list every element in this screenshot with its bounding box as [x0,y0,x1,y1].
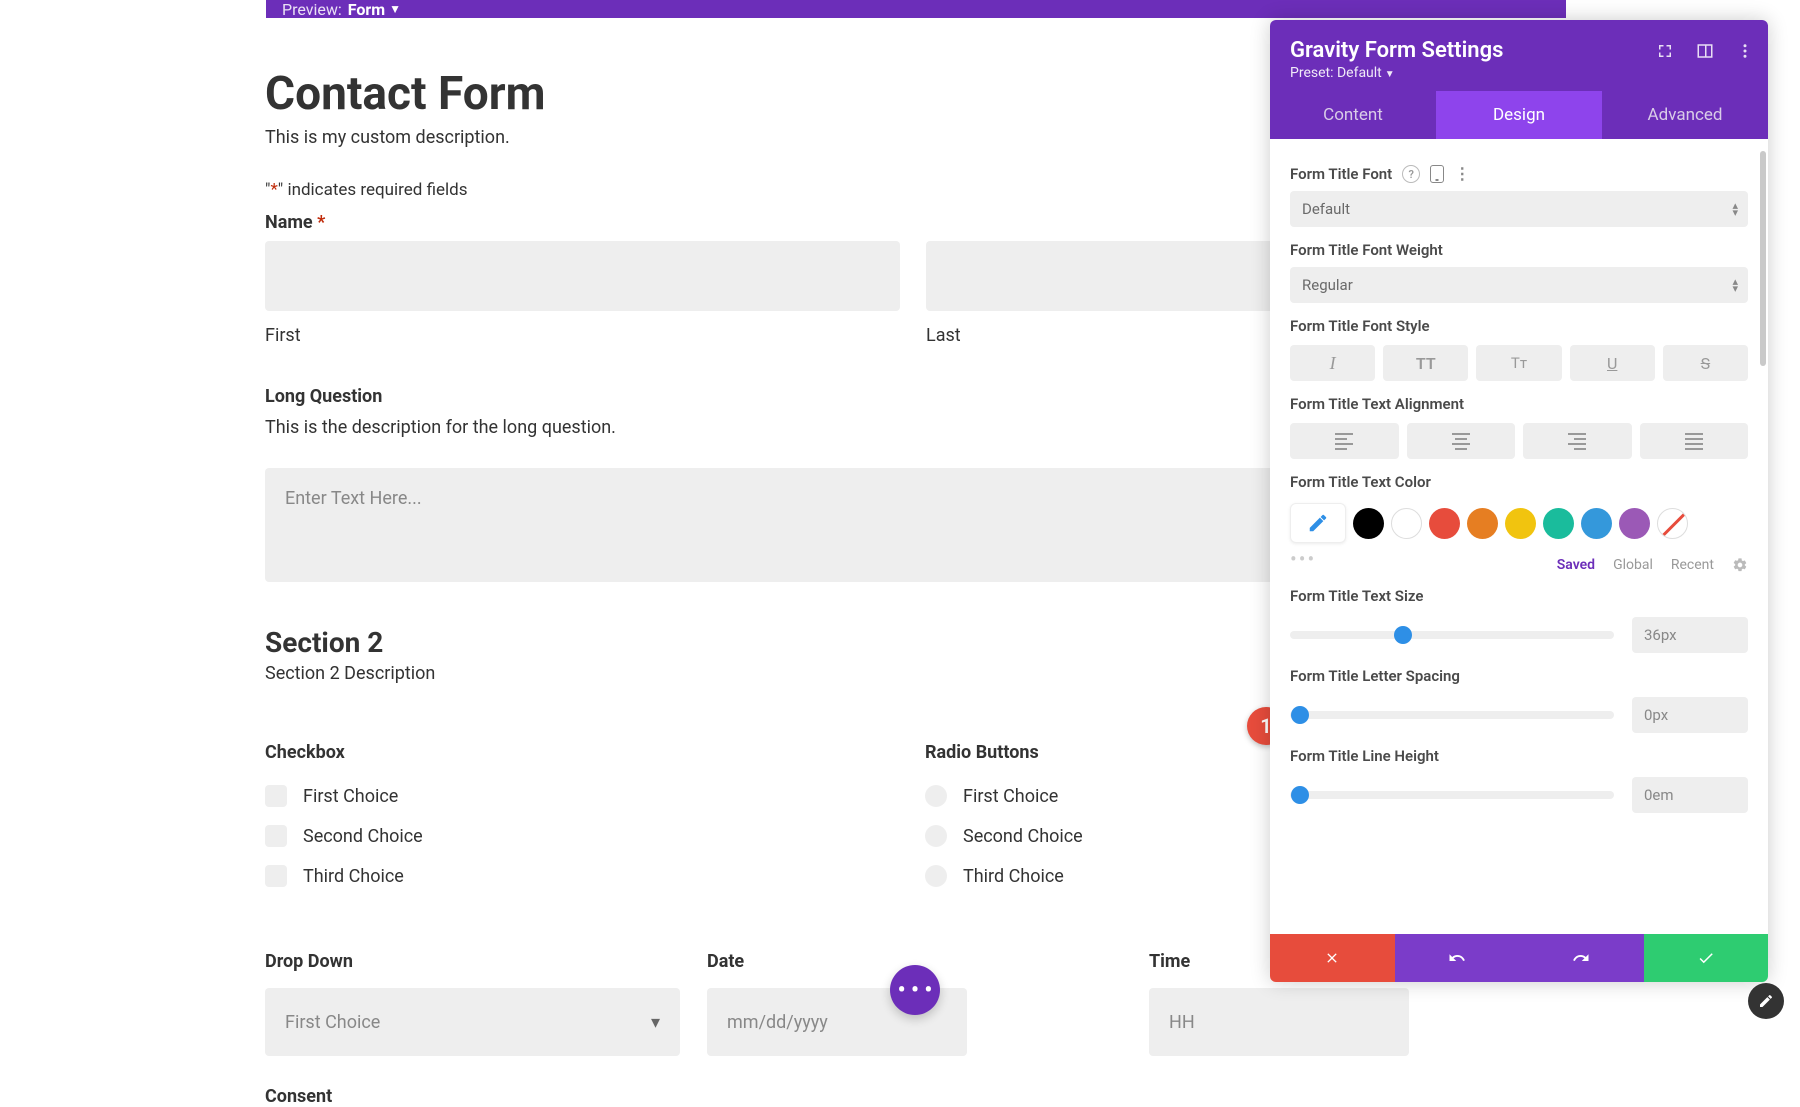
size-label: Form Title Text Size [1290,587,1748,605]
align-right-button[interactable] [1523,423,1632,459]
strikethrough-button[interactable]: S [1663,345,1748,381]
spacing-label: Form Title Letter Spacing [1290,667,1748,685]
checkbox-icon[interactable] [265,865,287,887]
more-options-icon[interactable]: ⋮ [1454,173,1469,175]
panel-body: Form Title Font ? ⋮ Default▴▾ Form Title… [1270,139,1768,961]
tab-design[interactable]: Design [1436,91,1602,139]
checkbox-option[interactable]: Second Choice [265,825,925,847]
alignment-buttons [1290,423,1748,459]
more-icon[interactable] [1736,42,1754,60]
radio-icon[interactable] [925,785,947,807]
color-swatch-purple[interactable] [1619,508,1650,539]
style-label: Form Title Font Style [1290,317,1748,335]
weight-select[interactable]: Regular▴▾ [1290,267,1748,303]
color-swatches [1290,503,1748,543]
color-swatch-blue[interactable] [1581,508,1612,539]
radio-icon[interactable] [925,825,947,847]
first-sublabel: First [265,325,900,346]
color-swatch-orange[interactable] [1467,508,1498,539]
close-button[interactable] [1270,934,1395,982]
save-button[interactable] [1644,934,1769,982]
undo-button[interactable] [1395,934,1520,982]
tab-advanced[interactable]: Advanced [1602,91,1768,139]
color-tab-global[interactable]: Global [1613,557,1653,573]
tab-content[interactable]: Content [1270,91,1436,139]
asterisk: * [270,180,277,200]
alignment-label: Form Title Text Alignment [1290,395,1748,413]
smallcaps-button[interactable]: Tт [1476,345,1561,381]
panel-header: Gravity Form Settings Preset: Default▼ [1270,20,1768,91]
settings-panel: Gravity Form Settings Preset: Default▼ C… [1270,20,1768,982]
color-tab-saved[interactable]: Saved [1557,557,1595,573]
lineheight-value[interactable]: 0em [1632,777,1748,813]
lineheight-label: Form Title Line Height [1290,747,1748,765]
checkbox-icon[interactable] [265,825,287,847]
panel-footer [1270,934,1768,982]
fullscreen-icon[interactable] [1656,42,1674,60]
align-center-button[interactable] [1407,423,1516,459]
more-actions-fab[interactable]: • • • [890,965,940,1015]
uppercase-button[interactable]: TT [1383,345,1468,381]
color-tab-recent[interactable]: Recent [1671,557,1714,573]
time-input[interactable]: HH [1149,988,1409,1056]
underline-button[interactable]: U [1570,345,1655,381]
color-picker-button[interactable] [1290,503,1346,543]
asterisk: * [317,212,325,233]
responsive-icon[interactable] [1430,165,1444,183]
color-swatch-white[interactable] [1391,508,1422,539]
size-slider[interactable] [1290,631,1614,639]
preview-label: Preview: [282,0,342,19]
panel-preset[interactable]: Preset: Default▼ [1290,65,1748,81]
chevron-down-icon: ▾ [651,1012,660,1033]
radio-icon[interactable] [925,865,947,887]
checkbox-label: Checkbox [265,742,925,763]
color-swatch-none[interactable] [1657,508,1688,539]
redo-button[interactable] [1519,934,1644,982]
scrollbar[interactable] [1760,151,1766,366]
textarea-placeholder: Enter Text Here... [285,488,422,509]
gear-icon[interactable] [1732,557,1748,573]
consent-label: Consent [265,1086,1568,1107]
sidebar-toggle-icon[interactable] [1696,42,1714,60]
preview-bar: Preview: Form ▼ [266,0,1566,18]
color-swatch-red[interactable] [1429,508,1460,539]
color-label: Form Title Text Color [1290,473,1748,491]
align-left-button[interactable] [1290,423,1399,459]
font-select[interactable]: Default▴▾ [1290,191,1748,227]
spacing-value[interactable]: 0px [1632,697,1748,733]
checkbox-option[interactable]: First Choice [265,785,925,807]
checkbox-icon[interactable] [265,785,287,807]
dropdown-label: Drop Down [265,951,707,972]
align-justify-button[interactable] [1640,423,1749,459]
weight-label: Form Title Font Weight [1290,241,1748,259]
checkbox-option[interactable]: Third Choice [265,865,925,887]
dropdown-select[interactable]: First Choice ▾ [265,988,680,1056]
lineheight-slider[interactable] [1290,791,1614,799]
caret-down-icon[interactable]: ▼ [389,2,401,16]
first-name-input[interactable] [265,241,900,311]
help-icon[interactable]: ? [1402,165,1420,183]
color-swatch-teal[interactable] [1543,508,1574,539]
color-swatch-yellow[interactable] [1505,508,1536,539]
size-value[interactable]: 36px [1632,617,1748,653]
preview-mode[interactable]: Form [348,0,385,19]
settings-tabs: Content Design Advanced [1270,91,1768,139]
font-label: Form Title Font ? ⋮ [1290,165,1748,183]
italic-button[interactable]: I [1290,345,1375,381]
style-buttons: I TT Tт U S [1290,345,1748,381]
color-swatch-black[interactable] [1353,508,1384,539]
help-fab[interactable] [1748,983,1784,1019]
spacing-slider[interactable] [1290,711,1614,719]
color-tabs: Saved Global Recent [1290,557,1748,573]
